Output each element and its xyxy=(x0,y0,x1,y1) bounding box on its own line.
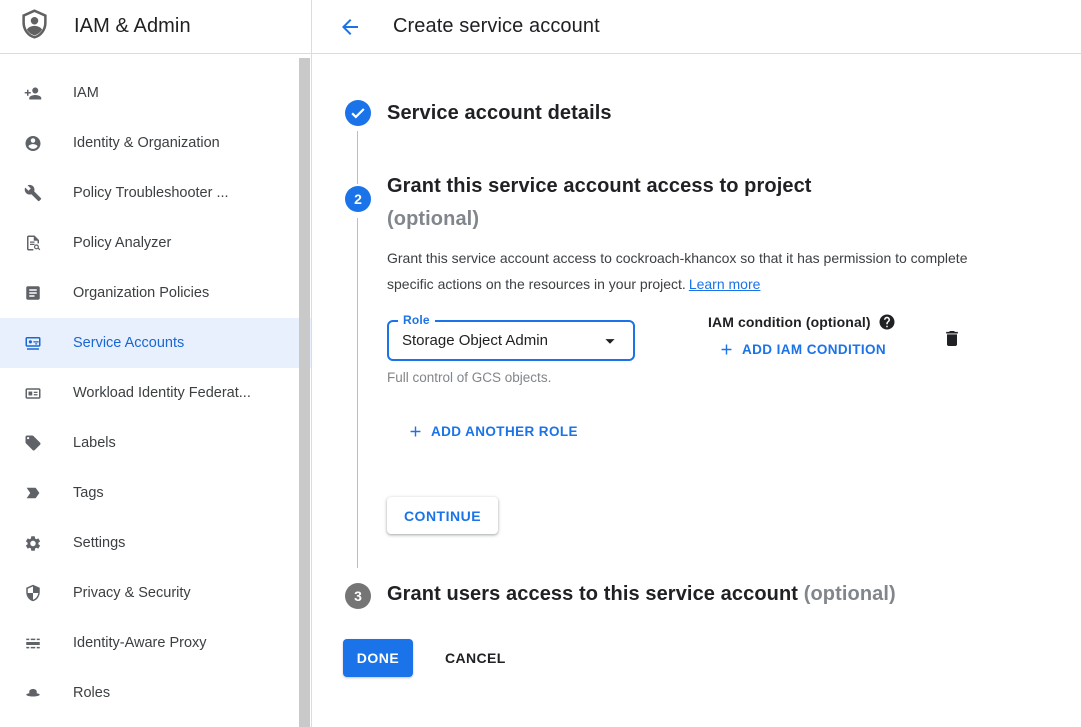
sidebar-header: IAM & Admin xyxy=(0,0,311,54)
proxy-icon xyxy=(24,634,42,652)
article-icon xyxy=(24,284,42,302)
sidebar-item-roles[interactable]: Roles xyxy=(0,668,311,718)
dropdown-arrow-icon xyxy=(599,330,621,352)
person-circle-icon xyxy=(24,134,42,152)
sidebar-item-label: Settings xyxy=(73,535,125,551)
sidebar-item-label: Policy Analyzer xyxy=(73,235,171,251)
main-panel: Create service account 2 3 Service accou… xyxy=(312,0,1081,727)
role-select-value: Storage Object Admin xyxy=(402,332,599,349)
help-icon[interactable] xyxy=(878,313,896,331)
sidebar-item-label: Privacy & Security xyxy=(73,585,191,601)
step2-heading: Grant this service account access to pro… xyxy=(387,170,1081,236)
continue-button[interactable]: CONTINUE xyxy=(387,497,498,534)
sidebar-nav: IAM Identity & Organization Policy Troub… xyxy=(0,54,311,718)
sidebar-item-iam[interactable]: IAM xyxy=(0,68,311,118)
sidebar-item-organization-policies[interactable]: Organization Policies xyxy=(0,268,311,318)
page-title: Create service account xyxy=(393,15,600,38)
product-title: IAM & Admin xyxy=(74,15,191,38)
delete-role-trash-icon[interactable] xyxy=(942,328,962,349)
sidebar-item-identity-aware-proxy[interactable]: Identity-Aware Proxy xyxy=(0,618,311,668)
role-select[interactable]: Role Storage Object Admin xyxy=(387,320,635,361)
iam-condition-group: IAM condition (optional) ADD IAM CONDITI… xyxy=(708,313,896,358)
back-arrow-icon[interactable] xyxy=(338,15,362,39)
sidebar-item-tags[interactable]: Tags xyxy=(0,468,311,518)
service-account-icon xyxy=(24,334,42,352)
role-helper-text: Full control of GCS objects. xyxy=(387,370,635,385)
step2-optional-label: (optional) xyxy=(387,203,1081,236)
sidebar-item-label: Organization Policies xyxy=(73,285,209,301)
iam-condition-label: IAM condition (optional) xyxy=(708,313,896,331)
label-icon xyxy=(24,434,42,452)
sidebar-item-label: Service Accounts xyxy=(73,335,184,351)
done-button[interactable]: DONE xyxy=(343,639,413,677)
role-select-label: Role xyxy=(398,313,435,327)
sidebar-item-label: Identity & Organization xyxy=(73,135,220,151)
iam-shield-logo-icon xyxy=(20,7,49,46)
cancel-button[interactable]: CANCEL xyxy=(445,650,506,666)
sidebar: IAM & Admin IAM Identity & Organization xyxy=(0,0,312,727)
wrench-icon xyxy=(24,184,42,202)
step1-complete-check-icon xyxy=(345,100,371,126)
sidebar-item-label: Policy Troubleshooter ... xyxy=(73,185,229,201)
step-connector-line xyxy=(357,131,358,184)
step-connector-line xyxy=(357,218,358,568)
sidebar-item-identity-organization[interactable]: Identity & Organization xyxy=(0,118,311,168)
gear-icon xyxy=(24,534,42,552)
sidebar-item-policy-analyzer[interactable]: Policy Analyzer xyxy=(0,218,311,268)
shield-half-icon xyxy=(24,584,42,602)
sidebar-scrollbar[interactable] xyxy=(299,58,310,727)
step2-number-badge: 2 xyxy=(345,186,371,212)
plus-icon xyxy=(407,423,424,440)
step1-title: Service account details xyxy=(387,100,1081,126)
policy-analyzer-icon xyxy=(24,234,42,252)
role-row: Role Storage Object Admin Full control o… xyxy=(387,320,1081,385)
step3-title: Grant users access to this service accou… xyxy=(387,583,798,605)
sidebar-item-settings[interactable]: Settings xyxy=(0,518,311,568)
step3-number-badge: 3 xyxy=(345,583,371,609)
person-add-icon xyxy=(24,84,42,102)
sidebar-item-labels[interactable]: Labels xyxy=(0,418,311,468)
role-field-group: Role Storage Object Admin Full control o… xyxy=(387,320,635,385)
sidebar-item-label: Roles xyxy=(73,685,110,701)
sidebar-item-privacy-security[interactable]: Privacy & Security xyxy=(0,568,311,618)
form-actions: DONE CANCEL xyxy=(343,639,1081,677)
hat-icon xyxy=(24,684,42,702)
tag-icon xyxy=(24,484,42,502)
step3-optional-label: (optional) xyxy=(804,583,896,605)
step2-description: Grant this service account access to coc… xyxy=(387,245,977,297)
sidebar-item-label: Labels xyxy=(73,435,116,451)
create-service-account-form: 2 3 Service account details Grant this s… xyxy=(312,54,1081,677)
step3-heading: Grant users access to this service accou… xyxy=(387,581,1081,607)
sidebar-item-label: Identity-Aware Proxy xyxy=(73,635,207,651)
sidebar-item-label: Workload Identity Federat... xyxy=(73,385,251,401)
learn-more-link[interactable]: Learn more xyxy=(689,276,761,292)
sidebar-item-workload-identity-federation[interactable]: Workload Identity Federat... xyxy=(0,368,311,418)
page-header: Create service account xyxy=(312,0,1081,54)
add-iam-condition-button[interactable]: ADD IAM CONDITION xyxy=(718,341,896,358)
sidebar-item-service-accounts[interactable]: Service Accounts xyxy=(0,318,311,368)
sidebar-item-policy-troubleshooter[interactable]: Policy Troubleshooter ... xyxy=(0,168,311,218)
iam-admin-console: IAM & Admin IAM Identity & Organization xyxy=(0,0,1081,727)
plus-icon xyxy=(718,341,735,358)
sidebar-item-label: Tags xyxy=(73,485,104,501)
step2-title: Grant this service account access to pro… xyxy=(387,170,1081,203)
card-icon xyxy=(24,384,42,402)
add-another-role-button[interactable]: ADD ANOTHER ROLE xyxy=(407,423,1081,440)
sidebar-item-label: IAM xyxy=(73,85,99,101)
